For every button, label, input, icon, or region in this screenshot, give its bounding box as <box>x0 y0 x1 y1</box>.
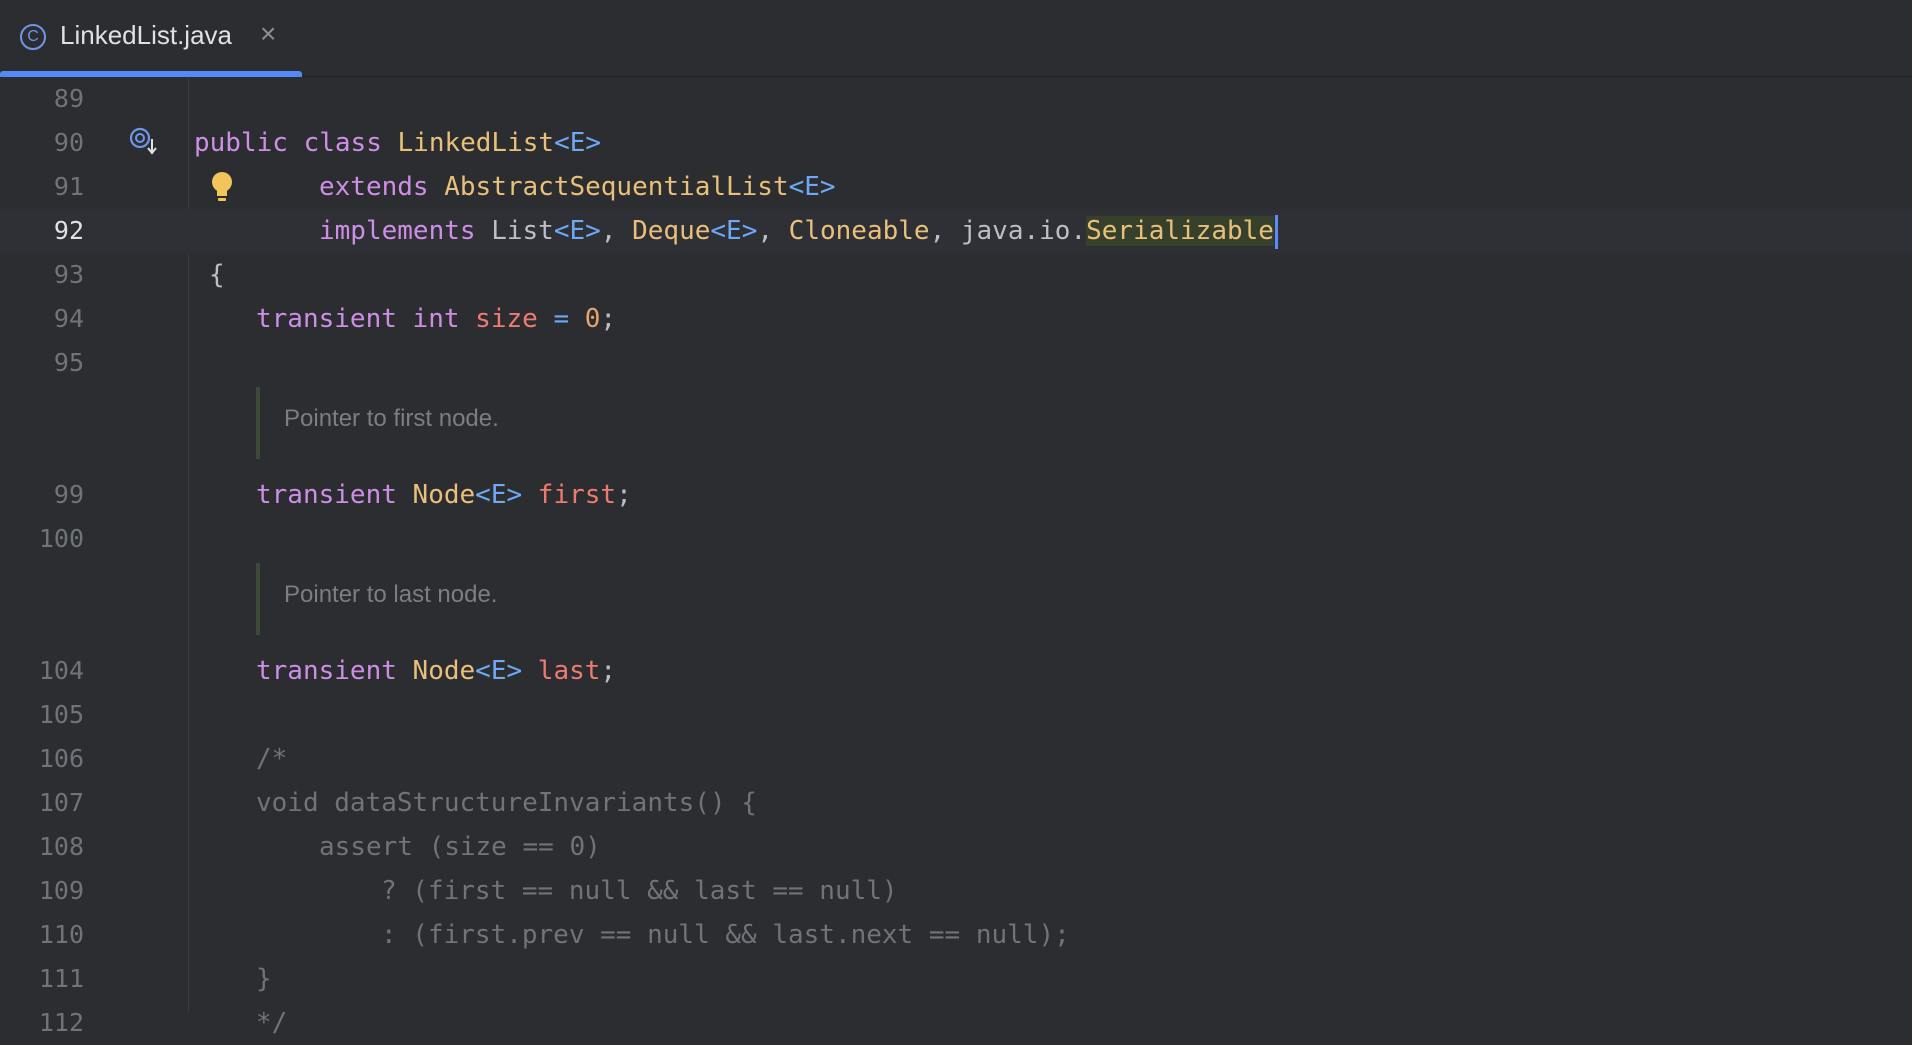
interface-name: List <box>491 216 554 246</box>
code-text: public class LinkedList<E> <box>194 121 601 165</box>
line-number: 109 <box>38 876 84 905</box>
tab-close-icon[interactable]: × <box>260 18 276 50</box>
code-text: implements List<E>, Deque<E>, Cloneable,… <box>319 209 1278 253</box>
line-number: 94 <box>53 304 84 333</box>
code-line[interactable]: 112 */ <box>0 1001 1912 1045</box>
keyword: int <box>412 304 460 334</box>
comment-text: : (first.prev == null && last.next == nu… <box>381 920 1070 950</box>
code-editor[interactable]: 89 90 public class LinkedList<E> 91 exte… <box>0 77 1912 1038</box>
code-line[interactable]: 95 <box>0 341 1912 385</box>
code-line[interactable]: 106 /* <box>0 737 1912 781</box>
line-number: 100 <box>38 524 84 553</box>
code-line[interactable]: 110 : (first.prev == null && last.next =… <box>0 913 1912 957</box>
keyword: transient <box>256 656 397 686</box>
keyword: implements <box>319 216 476 246</box>
line-number: 110 <box>38 920 84 949</box>
class-name: Node <box>412 656 476 686</box>
class-name: LinkedList <box>397 128 555 158</box>
line-number: 99 <box>53 480 84 509</box>
field-name: size <box>475 304 538 334</box>
keyword: public <box>194 128 288 158</box>
code-text: transient int size = 0; <box>256 297 616 341</box>
comment-text: } <box>256 964 272 994</box>
line-number: 93 <box>53 260 84 289</box>
comment-text: void dataStructureInvariants() { <box>256 788 757 818</box>
code-line[interactable]: 94 transient int size = 0; <box>0 297 1912 341</box>
current-code-line[interactable]: 92 implements List<E>, Deque<E>, Cloneab… <box>0 209 1912 253</box>
number-literal: 0 <box>584 304 601 334</box>
punctuation: , <box>757 216 789 246</box>
line-number: 92 <box>53 216 84 245</box>
keyword: transient <box>256 304 397 334</box>
code-text: transient Node<E> last; <box>256 649 616 693</box>
line-number: 105 <box>38 700 84 729</box>
code-line[interactable]: 107 void dataStructureInvariants() { <box>0 781 1912 825</box>
code-line[interactable]: 104 transient Node<E> last; <box>0 649 1912 693</box>
type-param: <E> <box>710 216 758 246</box>
code-line[interactable]: 108 assert (size == 0) <box>0 825 1912 869</box>
punctuation: ; <box>600 304 617 334</box>
line-number: 104 <box>38 656 84 685</box>
override-marker-icon[interactable] <box>128 125 162 159</box>
keyword: extends <box>319 172 429 202</box>
editor-tab-bar: C LinkedList.java × <box>0 0 1912 77</box>
comment-text: ? (first == null && last == null) <box>381 876 898 906</box>
highlighted-identifier: Serializable <box>1086 216 1274 246</box>
interface-name: Deque <box>632 216 711 246</box>
rendered-doc-comment[interactable]: Pointer to last node. <box>256 563 860 635</box>
punctuation: ; <box>616 480 632 510</box>
type-param: <E> <box>788 172 836 202</box>
code-line[interactable]: 93 { <box>0 253 1912 297</box>
line-number: 95 <box>53 348 84 377</box>
code-line[interactable]: 105 <box>0 693 1912 737</box>
package-name: java.io. <box>960 216 1087 246</box>
code-line[interactable]: 91 extends AbstractSequentialList<E> <box>0 165 1912 209</box>
type-param: <E> <box>553 216 601 246</box>
comment-text: assert (size == 0) <box>319 832 601 862</box>
comment-text: */ <box>256 1008 288 1038</box>
field-name: first <box>537 480 617 510</box>
punctuation: , <box>929 216 961 246</box>
doc-text: Pointer to last node. <box>284 581 498 608</box>
code-line[interactable]: 99 transient Node<E> first; <box>0 473 1912 517</box>
code-text: transient Node<E> first; <box>256 473 632 517</box>
line-number: 107 <box>38 788 84 817</box>
line-number: 111 <box>38 964 84 993</box>
code-line[interactable]: 109 ? (first == null && last == null) <box>0 869 1912 913</box>
class-name: Node <box>412 480 476 510</box>
type-param: <E> <box>475 480 523 510</box>
line-number: 112 <box>38 1008 84 1037</box>
line-number: 91 <box>53 172 84 201</box>
tab-linkedlist-java[interactable]: C LinkedList.java × <box>0 0 302 77</box>
keyword: transient <box>256 480 397 510</box>
line-number: 90 <box>53 128 84 157</box>
code-line[interactable]: 111 } <box>0 957 1912 1001</box>
text-caret <box>1274 214 1278 249</box>
operator: = <box>537 304 585 334</box>
class-name: AbstractSequentialList <box>444 172 789 202</box>
line-number: 108 <box>38 832 84 861</box>
code-line[interactable]: 89 <box>0 77 1912 121</box>
type-param: <E> <box>475 656 523 686</box>
field-name: last <box>537 656 601 686</box>
punctuation: , <box>600 216 633 246</box>
line-number: 89 <box>53 84 84 113</box>
lightbulb-icon[interactable] <box>208 169 236 205</box>
doc-text: Pointer to first node. <box>284 405 499 432</box>
line-number: 106 <box>38 744 84 773</box>
comment-text: /* <box>256 744 288 774</box>
code-line[interactable]: 90 public class LinkedList<E> <box>0 121 1912 165</box>
tab-title: LinkedList.java <box>60 20 232 50</box>
rendered-doc-comment[interactable]: Pointer to first node. <box>256 387 860 459</box>
punctuation: ; <box>600 656 617 686</box>
interface-name: Cloneable <box>788 216 930 246</box>
keyword: class <box>303 128 382 158</box>
code-text: extends AbstractSequentialList<E> <box>319 165 836 209</box>
code-text: { <box>209 260 225 290</box>
code-line[interactable]: 100 <box>0 517 1912 561</box>
type-param: <E> <box>554 128 602 158</box>
class-c-icon: C <box>20 24 46 50</box>
